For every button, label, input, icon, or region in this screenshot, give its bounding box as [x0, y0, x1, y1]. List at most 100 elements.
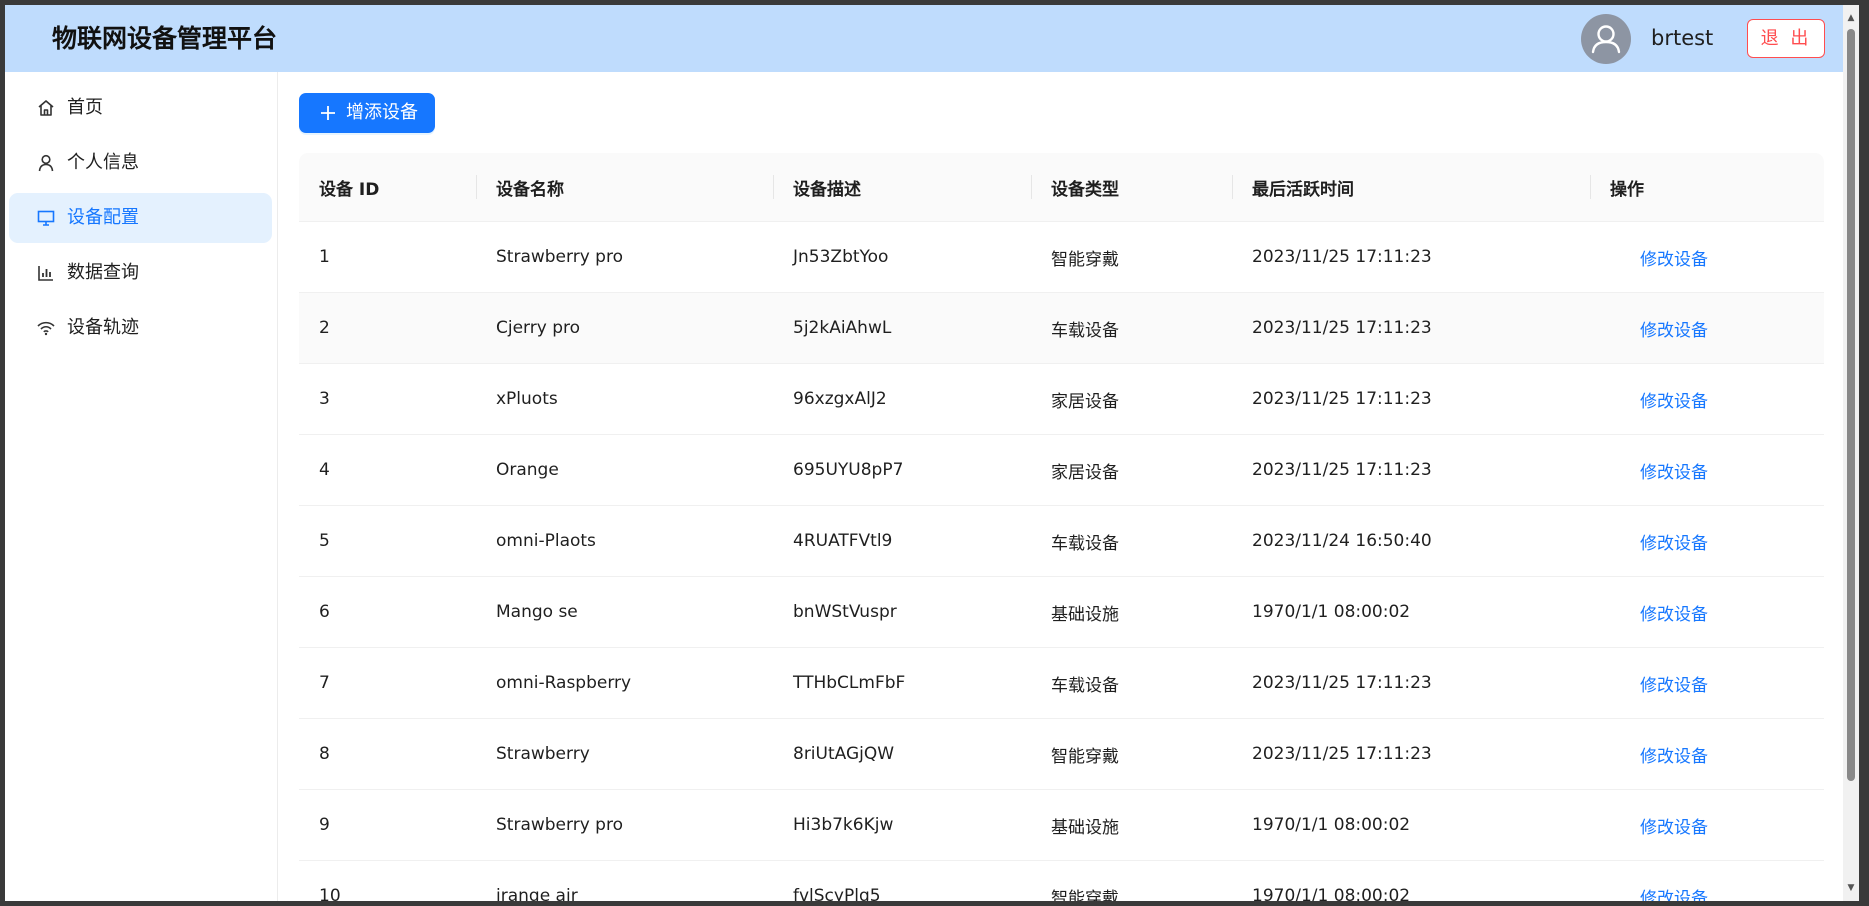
- device-table: 设备 ID 设备名称 设备描述 设备类型 最后活跃时间 操作 1 Strawber…: [299, 153, 1824, 901]
- cell-device-desc: Jn53ZbtYoo: [773, 221, 1031, 293]
- cell-device-type: 家居设备: [1031, 363, 1232, 435]
- edit-device-link[interactable]: 修改设备: [1610, 747, 1708, 767]
- cell-device-type: 家居设备: [1031, 434, 1232, 506]
- edit-device-link[interactable]: 修改设备: [1610, 250, 1708, 270]
- edit-device-link[interactable]: 修改设备: [1610, 392, 1708, 412]
- cell-device-id: 6: [299, 576, 476, 648]
- cell-last-active: 1970/1/1 08:00:02: [1232, 576, 1590, 648]
- top-header: 物联网设备管理平台 brtest 退 出: [5, 5, 1848, 72]
- sidebar-item-label: 个人信息: [67, 152, 139, 173]
- sidebar-item-label: 设备轨迹: [67, 317, 139, 338]
- user-avatar-icon[interactable]: [1581, 14, 1631, 64]
- cell-device-id: 4: [299, 434, 476, 506]
- sidebar-item-device-track[interactable]: 设备轨迹: [9, 303, 272, 353]
- table-row: 6 Mango se bnWStVuspr 基础设施 1970/1/1 08:00:02…: [299, 576, 1824, 648]
- cell-device-name: omni-Plaots: [476, 505, 773, 577]
- cell-device-name: Strawberry pro: [476, 789, 773, 861]
- edit-device-link[interactable]: 修改设备: [1610, 676, 1708, 696]
- username: brtest: [1651, 26, 1714, 50]
- cell-device-desc: 5j2kAiAhwL: [773, 292, 1031, 364]
- cell-device-name: Strawberry pro: [476, 221, 773, 293]
- cell-device-name: Mango se: [476, 576, 773, 648]
- table-row: 2 Cjerry pro 5j2kAiAhwL 车载设备 2023/11/25 17:1…: [299, 292, 1824, 364]
- sidebar-item-home[interactable]: 首页: [9, 83, 272, 133]
- table-header-row: 设备 ID 设备名称 设备描述 设备类型 最后活跃时间 操作: [299, 153, 1824, 222]
- cell-device-id: 10: [299, 860, 476, 901]
- cell-last-active: 2023/11/25 17:11:23: [1232, 434, 1590, 506]
- table-row: 8 Strawberry 8riUtAGjQW 智能穿戴 2023/11/25 17:1…: [299, 718, 1824, 790]
- scroll-up-arrow-icon[interactable]: ▲: [1843, 11, 1859, 25]
- cell-device-id: 7: [299, 647, 476, 719]
- scrollbar-thumb[interactable]: [1847, 29, 1855, 781]
- app-window: 物联网设备管理平台 brtest 退 出 首页 个人信息 设备配置 数据查询 设…: [5, 5, 1848, 901]
- edit-device-link[interactable]: 修改设备: [1610, 605, 1708, 625]
- column-header-last-active: 最后活跃时间: [1232, 153, 1590, 222]
- column-header-type: 设备类型: [1031, 153, 1232, 222]
- sidebar-item-device-config[interactable]: 设备配置: [9, 193, 272, 243]
- cell-device-type: 车载设备: [1031, 505, 1232, 577]
- cell-device-desc: TTHbCLmFbF: [773, 647, 1031, 719]
- cell-last-active: 2023/11/25 17:11:23: [1232, 363, 1590, 435]
- cell-last-active: 2023/11/25 17:11:23: [1232, 221, 1590, 293]
- cell-last-active: 1970/1/1 08:00:02: [1232, 860, 1590, 901]
- cell-last-active: 2023/11/25 17:11:23: [1232, 292, 1590, 364]
- cell-device-desc: fvlScyPlg5: [773, 860, 1031, 901]
- edit-device-link[interactable]: 修改设备: [1610, 818, 1708, 838]
- cell-device-desc: Hi3b7k6Kjw: [773, 789, 1031, 861]
- edit-device-link[interactable]: 修改设备: [1610, 534, 1708, 554]
- table-row: 3 xPluots 96xzgxAlJ2 家居设备 2023/11/25 17:11:2…: [299, 363, 1824, 435]
- cell-device-desc: bnWStVuspr: [773, 576, 1031, 648]
- cell-action: 修改设备: [1590, 434, 1824, 506]
- cell-device-desc: 96xzgxAlJ2: [773, 363, 1031, 435]
- vertical-scrollbar[interactable]: ▲ ▼: [1843, 5, 1859, 901]
- table-row: 4 Orange 695UYU8pP7 家居设备 2023/11/25 17:11:23…: [299, 434, 1824, 506]
- sidebar-item-label: 首页: [67, 97, 103, 118]
- sidebar-item-data-query[interactable]: 数据查询: [9, 248, 272, 298]
- cell-action: 修改设备: [1590, 647, 1824, 719]
- cell-device-name: irange air: [476, 860, 773, 901]
- sidebar-item-label: 设备配置: [67, 207, 139, 228]
- cell-last-active: 2023/11/24 16:50:40: [1232, 505, 1590, 577]
- sidebar-item-label: 数据查询: [67, 262, 139, 283]
- monitor-icon: [36, 208, 56, 228]
- sidebar-item-profile[interactable]: 个人信息: [9, 138, 272, 188]
- table-row: 9 Strawberry pro Hi3b7k6Kjw 基础设施 1970/1/1 08…: [299, 789, 1824, 861]
- add-device-button[interactable]: 增添设备: [299, 93, 435, 133]
- logout-button[interactable]: 退 出: [1747, 19, 1825, 58]
- edit-device-link[interactable]: 修改设备: [1610, 463, 1708, 483]
- home-icon: [36, 98, 56, 118]
- table-row: 10 irange air fvlScyPlg5 智能穿戴 1970/1/1 08:00…: [299, 860, 1824, 902]
- cell-action: 修改设备: [1590, 789, 1824, 861]
- column-header-id: 设备 ID: [299, 153, 476, 222]
- cell-device-desc: 695UYU8pP7: [773, 434, 1031, 506]
- sidebar-menu: 首页 个人信息 设备配置 数据查询 设备轨迹: [5, 72, 278, 901]
- cell-device-name: Orange: [476, 434, 773, 506]
- cell-device-type: 基础设施: [1031, 576, 1232, 648]
- cell-action: 修改设备: [1590, 221, 1824, 293]
- app-title: 物联网设备管理平台: [52, 24, 278, 53]
- edit-device-link[interactable]: 修改设备: [1610, 889, 1708, 902]
- cell-device-type: 车载设备: [1031, 292, 1232, 364]
- wifi-icon: [36, 318, 56, 338]
- cell-action: 修改设备: [1590, 576, 1824, 648]
- cell-device-desc: 8riUtAGjQW: [773, 718, 1031, 790]
- table-row: 1 Strawberry pro Jn53ZbtYoo 智能穿戴 2023/11/25 …: [299, 221, 1824, 293]
- table-row: 5 omni-Plaots 4RUATFVtl9 车载设备 2023/11/24 16:…: [299, 505, 1824, 577]
- cell-device-id: 8: [299, 718, 476, 790]
- cell-device-name: omni-Raspberry: [476, 647, 773, 719]
- column-header-action: 操作: [1590, 153, 1824, 222]
- cell-device-id: 3: [299, 363, 476, 435]
- cell-device-name: Strawberry: [476, 718, 773, 790]
- cell-device-type: 智能穿戴: [1031, 718, 1232, 790]
- scroll-down-arrow-icon[interactable]: ▼: [1843, 881, 1859, 895]
- cell-last-active: 1970/1/1 08:00:02: [1232, 789, 1590, 861]
- edit-device-link[interactable]: 修改设备: [1610, 321, 1708, 341]
- bar-chart-icon: [36, 263, 56, 283]
- cell-device-type: 车载设备: [1031, 647, 1232, 719]
- cell-action: 修改设备: [1590, 860, 1824, 902]
- cell-action: 修改设备: [1590, 292, 1824, 364]
- cell-last-active: 2023/11/25 17:11:23: [1232, 647, 1590, 719]
- column-header-name: 设备名称: [476, 153, 773, 222]
- cell-device-id: 5: [299, 505, 476, 577]
- cell-device-id: 9: [299, 789, 476, 861]
